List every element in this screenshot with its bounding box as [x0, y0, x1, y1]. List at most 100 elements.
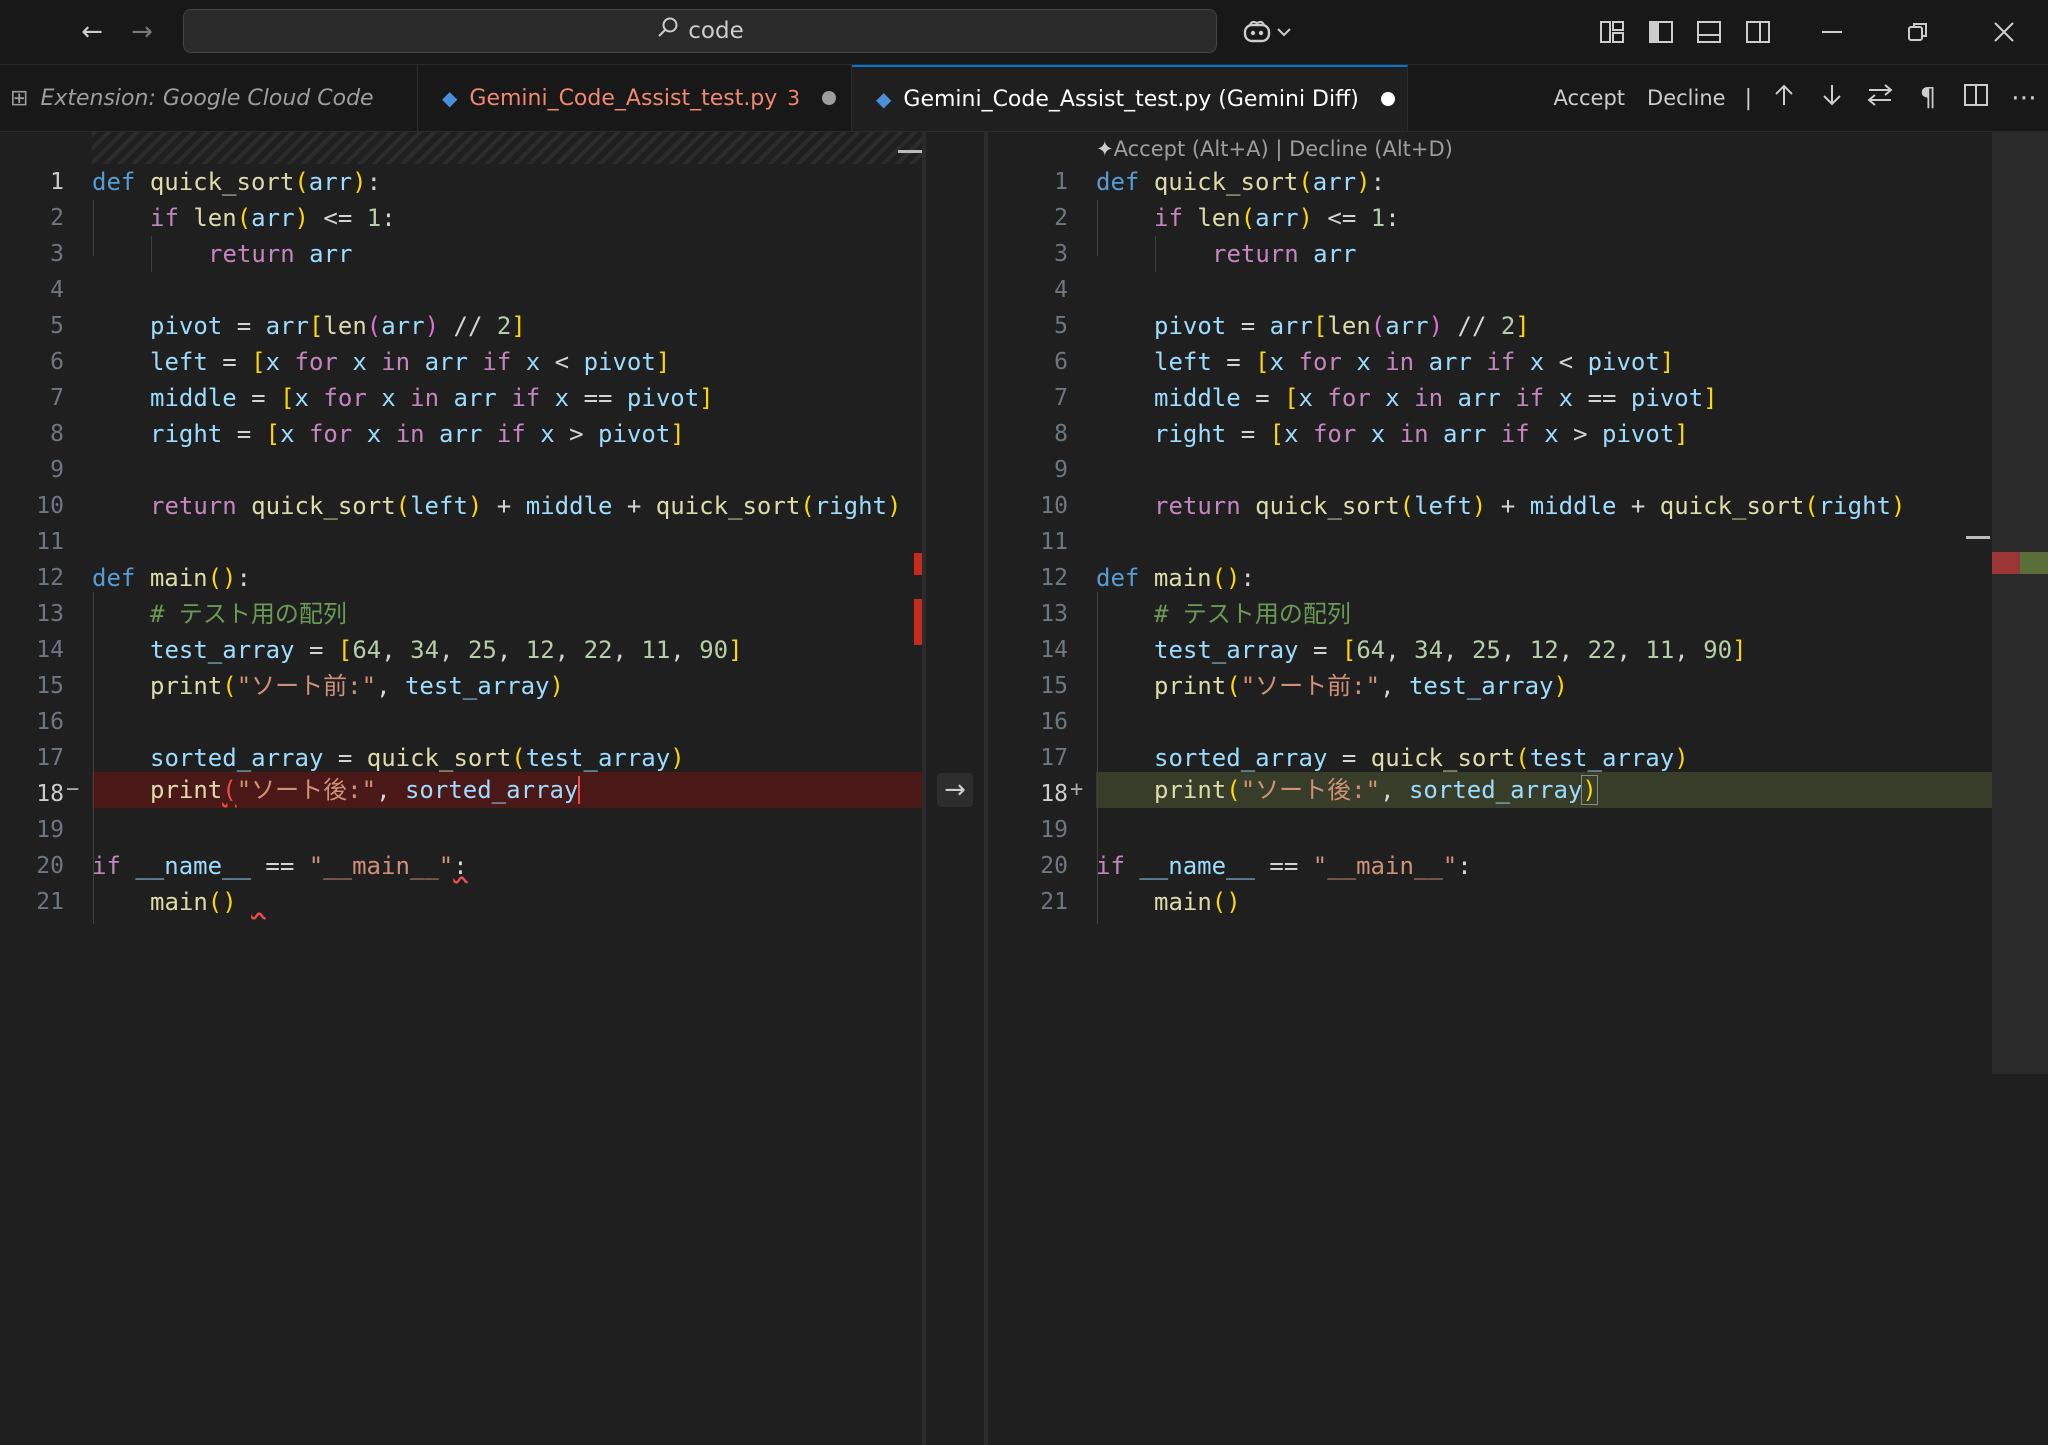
code-line: test_array = [64, 34, 25, 12, 22, 11, 90…: [150, 636, 743, 664]
toggle-panel-icon[interactable]: [1691, 14, 1727, 50]
indent-guide: [93, 200, 94, 256]
scroll-position-marker: [898, 150, 922, 153]
line-number: 3: [50, 241, 64, 267]
revert-change-arrow-icon[interactable]: →: [937, 773, 973, 807]
line-number: 13: [1040, 601, 1068, 627]
line-number: 21: [1040, 889, 1068, 915]
line-number: 4: [50, 277, 64, 303]
code-line: def main():: [92, 564, 251, 592]
actions-separator: |: [1744, 85, 1752, 111]
code-line: return arr: [1212, 240, 1357, 268]
code-line: right = [x for x in arr if x > pivot]: [150, 420, 685, 448]
codelens-accept-decline: ✦Accept (Alt+A) | Decline (Alt+D): [1096, 134, 1453, 164]
code-line: middle = [x for x in arr if x == pivot]: [1154, 384, 1718, 412]
line-number: 18: [36, 781, 64, 807]
code-line: right = [x for x in arr if x > pivot]: [1154, 420, 1689, 448]
editor-tab-bar: ⊞ Extension: Google Cloud Code ◆ Gemini_…: [0, 65, 2048, 132]
line-number: 16: [36, 709, 64, 735]
line-number: 10: [36, 493, 64, 519]
title-bar: ← → code: [0, 0, 2048, 65]
removed-line-marker: −: [66, 777, 80, 802]
line-number: 12: [1040, 565, 1068, 591]
insertion-overview-marker: [2020, 552, 2048, 574]
line-number: 21: [36, 889, 64, 915]
tab-label: Gemini_Code_Assist_test.py: [469, 85, 778, 111]
unsaved-dot-icon[interactable]: [1380, 92, 1395, 106]
tab-extension-google-cloud-code[interactable]: ⊞ Extension: Google Cloud Code: [0, 65, 418, 131]
line-number: 2: [1054, 205, 1068, 231]
code-line: middle = [x for x in arr if x == pivot]: [150, 384, 714, 412]
indent-guide: [1155, 236, 1156, 272]
chevron-down-icon[interactable]: [1272, 14, 1296, 50]
problem-count-badge: 3: [787, 86, 801, 110]
code-comment: # テスト用の配列: [1154, 600, 1351, 628]
indent-guide: [151, 236, 152, 272]
copilot-icon[interactable]: [1240, 14, 1274, 50]
line-number: 5: [50, 313, 64, 339]
string-literal: "ソート後:": [236, 776, 377, 804]
deletion-scroll-marker: [914, 553, 922, 575]
minimize-icon[interactable]: [1814, 14, 1850, 50]
code-line: if len(arr) <= 1:: [150, 204, 396, 232]
indent-guide: [1097, 200, 1098, 256]
line-number: 19: [36, 817, 64, 843]
line-number: 7: [1054, 385, 1068, 411]
string-literal: "ソート後:": [1240, 776, 1381, 804]
line-number: 15: [1040, 673, 1068, 699]
more-actions-icon[interactable]: ⋯: [2000, 83, 2048, 113]
line-number: 14: [36, 637, 64, 663]
line-number: 6: [1054, 349, 1068, 375]
customize-layout-icon[interactable]: [1594, 14, 1630, 50]
tab-label: Gemini_Code_Assist_test.py (Gemini Diff): [903, 86, 1359, 112]
line-number: 11: [1040, 529, 1068, 555]
line-number: 8: [50, 421, 64, 447]
line-number: 5: [1054, 313, 1068, 339]
split-editor-icon[interactable]: [1952, 83, 2000, 114]
codelens-decline[interactable]: Decline (Alt+D): [1289, 137, 1453, 161]
next-change-icon[interactable]: [1808, 83, 1856, 114]
pane-divider[interactable]: [922, 132, 926, 1445]
extensions-icon: ⊞: [10, 85, 29, 111]
tab-label: Extension: Google Cloud Code: [40, 85, 374, 111]
unsaved-dot-icon[interactable]: [822, 91, 837, 105]
code-line: def quick_sort(arr):: [92, 168, 382, 196]
added-line-marker: +: [1070, 777, 1084, 802]
tab-gemini-code-assist-test[interactable]: ◆ Gemini_Code_Assist_test.py 3: [418, 65, 852, 131]
line-number: 20: [1040, 853, 1068, 879]
codelens-accept[interactable]: Accept (Alt+A): [1114, 137, 1269, 161]
editor-actions: Accept Decline | ¶ ⋯: [1542, 65, 2048, 131]
arrow-right-icon[interactable]: →: [124, 14, 160, 50]
decline-button[interactable]: Decline: [1647, 86, 1726, 110]
line-number: 10: [1040, 493, 1068, 519]
line-number: 19: [1040, 817, 1068, 843]
tab-gemini-diff[interactable]: ◆ Gemini_Code_Assist_test.py (Gemini Dif…: [852, 65, 1408, 131]
line-number: 1: [1054, 169, 1068, 195]
line-number: 3: [1054, 241, 1068, 267]
code-line: main(): [150, 888, 237, 916]
overview-ruler[interactable]: [1992, 132, 2048, 1074]
line-number: 1: [50, 169, 64, 195]
search-icon: [656, 16, 680, 46]
line-number: 17: [1040, 745, 1068, 771]
line-number: 2: [50, 205, 64, 231]
line-number: 16: [1040, 709, 1068, 735]
line-number: 14: [1040, 637, 1068, 663]
code-line: if __name__ == "__main__":: [1096, 852, 1472, 880]
line-number: 4: [1054, 277, 1068, 303]
arrow-left-icon[interactable]: ←: [74, 14, 110, 50]
code-line: pivot = arr[len(arr) // 2]: [150, 312, 526, 340]
close-icon[interactable]: [1986, 14, 2022, 50]
toggle-secondary-sidebar-icon[interactable]: [1740, 14, 1776, 50]
previous-change-icon[interactable]: [1760, 83, 1808, 114]
command-center-search[interactable]: code: [183, 9, 1217, 53]
restore-icon[interactable]: [1900, 14, 1936, 50]
accept-button[interactable]: Accept: [1553, 86, 1625, 110]
code-line: def main():: [1096, 564, 1255, 592]
sparkle-icon: ✦: [1096, 137, 1114, 161]
toggle-primary-sidebar-icon[interactable]: [1643, 14, 1679, 50]
swap-sides-icon[interactable]: [1856, 83, 1904, 114]
python-file-icon: ◆: [442, 86, 458, 110]
deletion-overview-marker: [1992, 552, 2020, 574]
line-number: 15: [36, 673, 64, 699]
show-whitespace-icon[interactable]: ¶: [1904, 83, 1952, 113]
